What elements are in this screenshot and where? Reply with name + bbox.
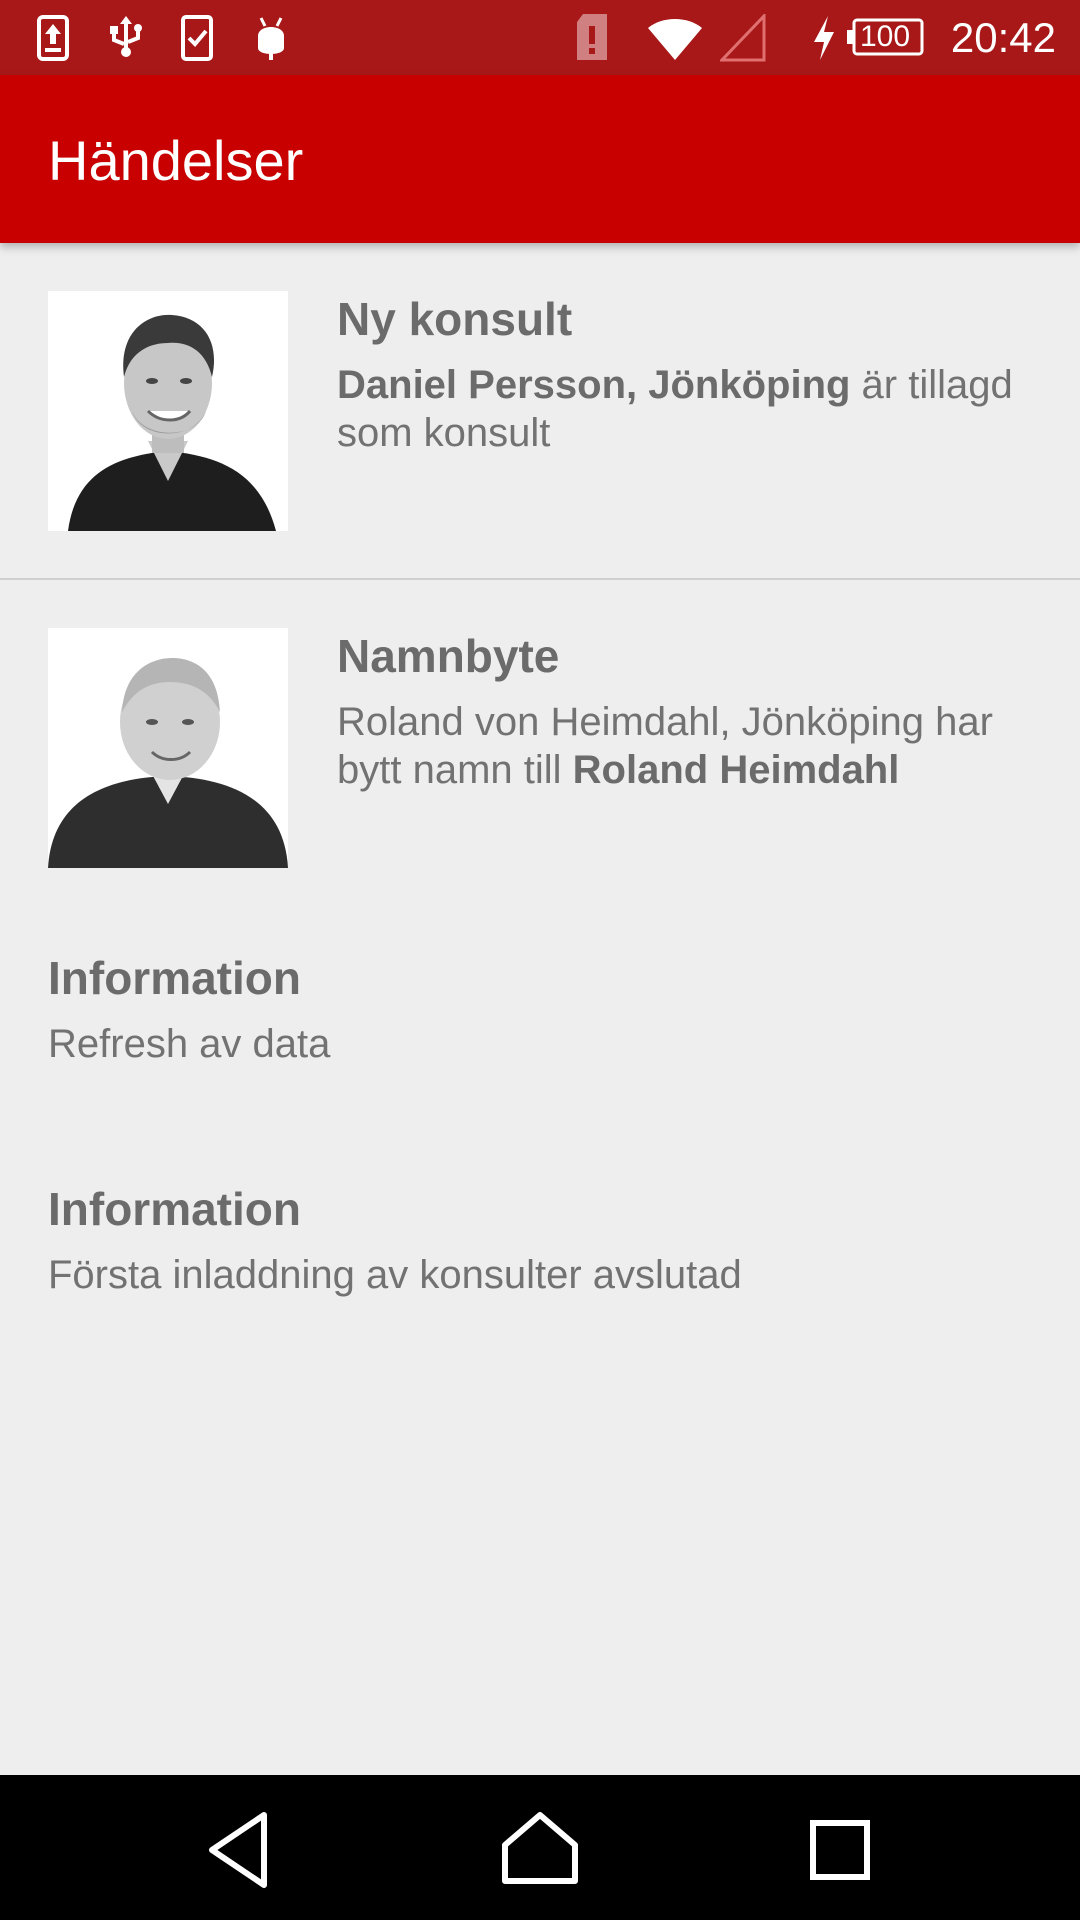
event-title: Information bbox=[48, 952, 301, 1004]
list-item[interactable]: Ny konsult Daniel Persson, Jönköping är … bbox=[0, 243, 1080, 580]
android-debug-icon bbox=[258, 17, 284, 60]
app-bar: Händelser bbox=[0, 75, 1080, 243]
status-bar: 100 20:42 bbox=[0, 0, 1080, 75]
event-description: Daniel Persson, Jönköping är tillagd som… bbox=[337, 361, 1032, 457]
usb-icon bbox=[110, 16, 142, 57]
list-item[interactable]: Information Första inladdning av konsult… bbox=[0, 1149, 1080, 1381]
battery-level: 100 bbox=[860, 20, 911, 53]
event-title: Namnbyte bbox=[337, 630, 560, 682]
event-text: Ny konsult Daniel Persson, Jönköping är … bbox=[337, 291, 1032, 457]
new-name: Roland Heimdahl bbox=[572, 748, 900, 792]
charging-icon bbox=[814, 16, 834, 60]
list-item[interactable]: Information Refresh av data bbox=[0, 917, 1080, 1149]
event-title: Information bbox=[48, 1183, 301, 1235]
event-description: Roland von Heimdahl, Jönköping har bytt … bbox=[337, 698, 1032, 794]
event-list[interactable]: Ny konsult Daniel Persson, Jönköping är … bbox=[0, 243, 1080, 1381]
avatar bbox=[48, 291, 288, 531]
recents-icon[interactable] bbox=[795, 1805, 885, 1895]
avatar bbox=[48, 628, 288, 868]
clipboard-check-icon bbox=[181, 15, 213, 61]
back-icon[interactable] bbox=[196, 1805, 286, 1895]
upload-icon bbox=[37, 15, 69, 61]
page-title: Händelser bbox=[48, 129, 304, 192]
cell-signal-icon bbox=[720, 14, 766, 62]
consultant-name: Daniel Persson, Jönköping bbox=[337, 363, 851, 407]
list-item[interactable]: Namnbyte Roland von Heimdahl, Jönköping … bbox=[0, 580, 1080, 917]
status-time: 20:42 bbox=[950, 14, 1056, 61]
home-icon[interactable] bbox=[495, 1805, 585, 1895]
event-description: Första inladdning av konsulter avslutad bbox=[48, 1253, 742, 1297]
event-text: Namnbyte Roland von Heimdahl, Jönköping … bbox=[337, 628, 1032, 794]
event-description: Refresh av data bbox=[48, 1022, 331, 1066]
battery-icon: 100 bbox=[846, 18, 924, 56]
sim-alert-icon bbox=[577, 14, 607, 60]
navigation-bar bbox=[0, 1775, 1080, 1920]
event-title: Ny konsult bbox=[337, 293, 573, 345]
wifi-icon bbox=[648, 19, 702, 60]
